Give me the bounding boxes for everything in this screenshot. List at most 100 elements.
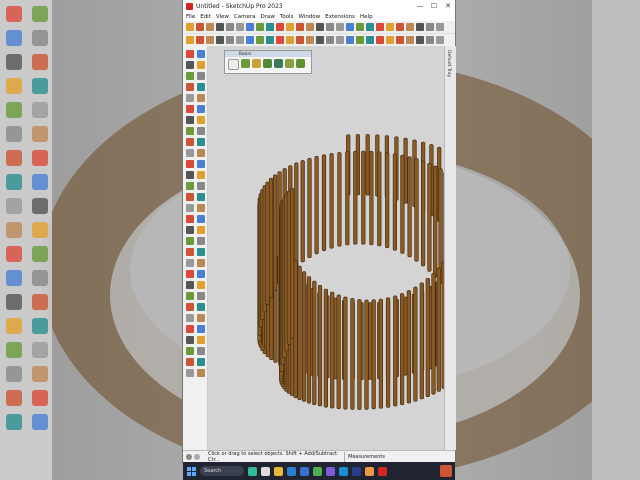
drawing-tool-icon[interactable] — [186, 226, 194, 234]
toolbar-tool-icon[interactable] — [256, 36, 264, 44]
toolbar-tool-icon[interactable] — [356, 36, 364, 44]
menu-extensions[interactable]: Extensions — [325, 14, 355, 20]
toolbar-tool-icon[interactable] — [366, 23, 374, 31]
drawing-tool-icon[interactable] — [186, 83, 194, 91]
menu-edit[interactable]: Edit — [200, 14, 211, 20]
drawing-tool-icon[interactable] — [197, 83, 205, 91]
toolbar-tool-icon[interactable] — [236, 23, 244, 31]
toolbar-tool-icon[interactable] — [376, 36, 384, 44]
photoshop-icon[interactable] — [352, 466, 361, 476]
toolbar-tool-icon[interactable] — [426, 36, 434, 44]
drawing-tool-icon[interactable] — [197, 325, 205, 333]
drawing-tool-icon[interactable] — [186, 61, 194, 69]
drawing-tool-icon[interactable] — [186, 314, 194, 322]
drawing-tool-icon[interactable] — [197, 314, 205, 322]
drawing-tool-icon[interactable] — [197, 160, 205, 168]
toolbar-tool-icon[interactable] — [376, 23, 384, 31]
drawing-tool-icon[interactable] — [186, 347, 194, 355]
info-icon[interactable] — [186, 454, 192, 460]
toolbar-tool-icon[interactable] — [186, 23, 194, 31]
toolbar-tool-icon[interactable] — [416, 23, 424, 31]
menu-window[interactable]: Window — [298, 14, 320, 20]
drawing-tool-icon[interactable] — [197, 149, 205, 157]
toolbar-tool-icon[interactable] — [286, 36, 294, 44]
toolbar-tool-icon[interactable] — [336, 36, 344, 44]
toolbar-tool-icon[interactable] — [396, 23, 404, 31]
drawing-tool-icon[interactable] — [197, 116, 205, 124]
drawing-tool-icon[interactable] — [197, 270, 205, 278]
drawing-tool-icon[interactable] — [186, 292, 194, 300]
drawing-tool-icon[interactable] — [186, 259, 194, 267]
drawing-tool-icon[interactable] — [197, 303, 205, 311]
toolbar-tool-icon[interactable] — [306, 23, 314, 31]
drawing-tool-icon[interactable] — [186, 160, 194, 168]
toolbar-tool-icon[interactable] — [346, 23, 354, 31]
sketchup-taskbar-icon[interactable] — [378, 466, 387, 476]
toolbar-tool-icon[interactable] — [406, 36, 414, 44]
drawing-tool-icon[interactable] — [186, 325, 194, 333]
green-cube-icon[interactable] — [241, 59, 250, 68]
plant-icon[interactable] — [296, 59, 305, 68]
drawing-tool-icon[interactable] — [197, 94, 205, 102]
model-viewport[interactable]: Bezier — [208, 46, 444, 450]
menu-view[interactable]: View — [216, 14, 229, 20]
close-button[interactable]: ✕ — [441, 2, 455, 10]
toolbar-tool-icon[interactable] — [296, 36, 304, 44]
drawing-tool-icon[interactable] — [197, 105, 205, 113]
toolbar-tool-icon[interactable] — [386, 36, 394, 44]
drawing-tool-icon[interactable] — [186, 281, 194, 289]
measurements-box[interactable]: Measurements — [344, 452, 448, 462]
store-icon[interactable] — [300, 466, 309, 476]
drawing-tool-icon[interactable] — [186, 149, 194, 157]
maximize-button[interactable]: ☐ — [427, 2, 441, 10]
toolbar-tool-icon[interactable] — [436, 23, 444, 31]
drawing-tool-icon[interactable] — [197, 138, 205, 146]
toolbar-tool-icon[interactable] — [396, 36, 404, 44]
toolbar-tool-icon[interactable] — [246, 23, 254, 31]
toolbar-tool-icon[interactable] — [276, 23, 284, 31]
drawing-tool-icon[interactable] — [186, 116, 194, 124]
drawing-tool-icon[interactable] — [197, 72, 205, 80]
drawing-tool-icon[interactable] — [186, 138, 194, 146]
drawing-tool-icon[interactable] — [186, 369, 194, 377]
menu-tools[interactable]: Tools — [280, 14, 294, 20]
toolbar-tool-icon[interactable] — [416, 36, 424, 44]
toolbar-tool-icon[interactable] — [326, 23, 334, 31]
drawing-tool-icon[interactable] — [186, 204, 194, 212]
toolbar-tool-icon[interactable] — [436, 36, 444, 44]
drawing-tool-icon[interactable] — [197, 248, 205, 256]
file-explorer-icon[interactable] — [274, 466, 283, 476]
yellow-cube-icon[interactable] — [252, 59, 261, 68]
drawing-tool-icon[interactable] — [197, 369, 205, 377]
drawing-tool-icon[interactable] — [186, 171, 194, 179]
toolbar-tool-icon[interactable] — [186, 36, 194, 44]
drawing-tool-icon[interactable] — [186, 270, 194, 278]
drawing-tool-icon[interactable] — [186, 248, 194, 256]
drawing-tool-icon[interactable] — [186, 105, 194, 113]
help-icon[interactable] — [194, 454, 200, 460]
toolbar-tool-icon[interactable] — [266, 36, 274, 44]
drawing-tool-icon[interactable] — [197, 292, 205, 300]
photos-icon[interactable] — [339, 466, 348, 476]
drawing-tool-icon[interactable] — [197, 347, 205, 355]
toolbar-tool-icon[interactable] — [426, 23, 434, 31]
task-view-icon[interactable] — [261, 466, 270, 476]
drawing-tool-icon[interactable] — [186, 215, 194, 223]
toolbar-tool-icon[interactable] — [206, 36, 214, 44]
drawing-tool-icon[interactable] — [197, 215, 205, 223]
toolbar-tool-icon[interactable] — [236, 36, 244, 44]
drawing-tool-icon[interactable] — [186, 303, 194, 311]
drawing-tool-icon[interactable] — [186, 72, 194, 80]
drawing-tool-icon[interactable] — [197, 358, 205, 366]
menu-file[interactable]: File — [186, 14, 195, 20]
drawing-tool-icon[interactable] — [197, 237, 205, 245]
drawing-tool-icon[interactable] — [197, 193, 205, 201]
drawing-tool-icon[interactable] — [197, 281, 205, 289]
toolbar-tool-icon[interactable] — [226, 36, 234, 44]
minimize-button[interactable]: — — [413, 2, 427, 10]
notification-icon[interactable] — [440, 465, 452, 477]
menu-draw[interactable]: Draw — [261, 14, 275, 20]
drawing-tool-icon[interactable] — [186, 94, 194, 102]
toolbar-tool-icon[interactable] — [226, 23, 234, 31]
toolbar-tool-icon[interactable] — [296, 23, 304, 31]
